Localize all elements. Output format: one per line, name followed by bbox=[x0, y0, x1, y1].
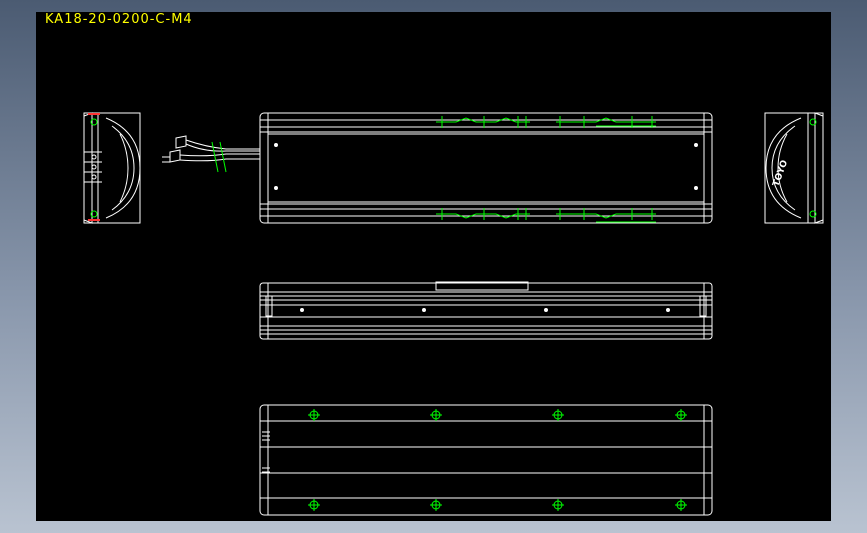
side-view bbox=[259, 281, 713, 340]
bottom-view bbox=[259, 404, 713, 516]
cable-connector bbox=[162, 135, 260, 173]
top-view bbox=[259, 112, 713, 224]
cad-views: TOYO bbox=[83, 112, 824, 516]
cad-drawing-canvas[interactable]: KA18-20-0200-C-M4 TOYO bbox=[36, 12, 831, 521]
right-end-view: TOYO bbox=[764, 112, 824, 224]
end-cap-marking: TOYO bbox=[771, 159, 790, 188]
left-end-view bbox=[83, 112, 141, 224]
